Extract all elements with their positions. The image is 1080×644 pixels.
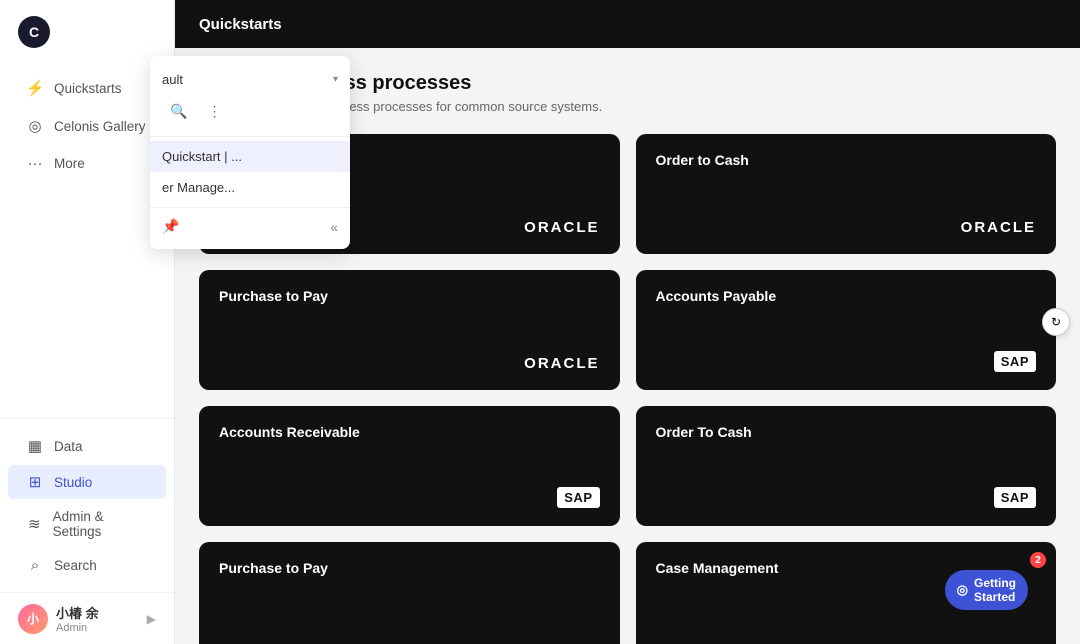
card-accounts-receivable-sap[interactable]: Accounts Receivable SAP [199,406,620,526]
user-role: Admin [56,622,139,634]
dropdown-link-quickstart[interactable]: Quickstart | ... [150,141,350,172]
admin-icon: ≋ [26,515,43,533]
card-purchase-to-pay-bottom[interactable]: Purchase to Pay [199,542,620,644]
card-title: Order to Cash [656,152,1037,168]
sidebar-item-label: Search [54,558,97,573]
sidebar-item-search[interactable]: ⌕ Search [8,549,166,582]
card-logo: ORACLE [219,355,600,372]
collapse-icon[interactable]: « [330,219,338,235]
oracle-logo: ORACLE [524,219,599,236]
card-title: Accounts Payable [656,288,1037,304]
card-title: Order To Cash [656,424,1037,440]
sidebar-item-more[interactable]: ··· More [8,146,166,181]
sidebar-item-label: Studio [54,475,92,490]
app-logo[interactable]: C [0,0,174,64]
dropdown-link-manage[interactable]: er Manage... [150,172,350,203]
dropdown-header[interactable]: ault ▾ [150,64,350,95]
sidebar-item-label: Quickstarts [54,81,122,96]
sidebar-item-label: Celonis Gallery [54,119,146,134]
sidebar-bottom: ▦ Data ⊞ Studio ≋ Admin & Settings ⌕ Sea… [0,418,174,592]
card-accounts-payable-sap[interactable]: Accounts Payable SAP [636,270,1057,390]
dropdown-panel: ault ▾ 🔍 ⋮ Quickstart | ... er Manage...… [150,56,350,249]
studio-icon: ⊞ [26,473,44,491]
quickstarts-icon: ⚡ [26,79,44,97]
card-order-to-cash-oracle[interactable]: Order to Cash ORACLE [636,134,1057,254]
getting-started-button[interactable]: ◎ Getting Started [945,570,1028,610]
sidebar-item-label: More [54,156,85,171]
user-section[interactable]: 小 小椿 余 Admin ▶ [0,592,174,644]
getting-started-count: 2 [1030,552,1046,568]
user-name: 小椿 余 [56,603,139,622]
oracle-logo: ORACLE [524,355,599,372]
more-action-button[interactable]: ⋮ [199,99,229,124]
sidebar-nav: ⚡ Quickstarts ◎ Celonis Gallery ··· More [0,64,174,418]
card-case-management[interactable]: Case Management ◎ Getting Started 2 [636,542,1057,644]
topbar: Quickstarts [175,0,1080,48]
chevron-right-icon: ▶ [147,612,156,626]
dropdown-header-text: ault [162,72,183,87]
card-logo: SAP [219,487,600,508]
card-title: Purchase to Pay [219,560,600,576]
celonis-gallery-icon: ◎ [26,117,44,135]
sidebar-item-quickstarts[interactable]: ⚡ Quickstarts [8,70,166,106]
sidebar: C ⚡ Quickstarts ◎ Celonis Gallery ··· Mo… [0,0,175,644]
scroll-indicator[interactable]: ↻ [1042,308,1070,336]
topbar-title: Quickstarts [199,16,282,33]
search-action-button[interactable]: 🔍 [162,99,195,124]
dropdown-footer: 📌 « [150,212,350,241]
card-purchase-to-pay-oracle[interactable]: Purchase to Pay ORACLE [199,270,620,390]
chevron-down-icon: ▾ [333,74,338,85]
sidebar-item-admin[interactable]: ≋ Admin & Settings [8,501,166,547]
pin-icon[interactable]: 📌 [162,218,179,235]
logo-circle: C [18,16,50,48]
sap-logo: SAP [994,487,1036,508]
user-info: 小椿 余 Admin [56,603,139,634]
sidebar-item-label: Admin & Settings [53,509,148,539]
card-logo: SAP [656,487,1037,508]
dropdown-divider-2 [150,207,350,208]
sidebar-item-label: Data [54,439,83,454]
sidebar-item-studio[interactable]: ⊞ Studio [8,465,166,499]
sap-logo: SAP [994,351,1036,372]
card-logo: SAP [656,351,1037,372]
card-logo: ORACLE [656,219,1037,236]
more-icon: ··· [26,155,44,172]
sap-logo: SAP [557,487,599,508]
oracle-logo: ORACLE [961,219,1036,236]
avatar: 小 [18,604,48,634]
dropdown-actions: 🔍 ⋮ [150,95,350,132]
search-icon: ⌕ [26,557,44,574]
sidebar-item-data[interactable]: ▦ Data [8,429,166,463]
card-title: Accounts Receivable [219,424,600,440]
getting-started-label: Getting Started [974,576,1016,604]
card-order-to-cash-sap[interactable]: Order To Cash SAP [636,406,1057,526]
sidebar-item-celonis-gallery[interactable]: ◎ Celonis Gallery [8,108,166,144]
data-icon: ▦ [26,437,44,455]
dropdown-divider [150,136,350,137]
refresh-icon: ↻ [1051,315,1061,329]
getting-started-icon: ◎ [957,582,968,598]
card-title: Purchase to Pay [219,288,600,304]
